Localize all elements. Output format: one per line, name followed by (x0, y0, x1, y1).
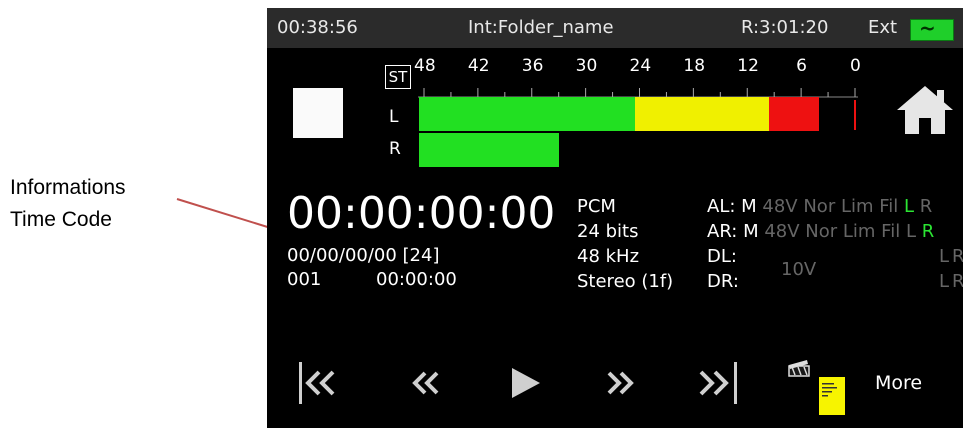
elapsed-time: 00:38:56 (277, 17, 358, 38)
right-channel-label: R (389, 139, 401, 159)
meter-scale-label: 42 (467, 56, 490, 76)
stereo-label[interactable]: ST (385, 65, 411, 89)
rewind-icon[interactable] (403, 358, 453, 408)
channel-ar-row[interactable]: AR: M 48V Nor Lim Fil L R (707, 221, 934, 242)
meter-segment (419, 133, 559, 167)
fast-forward-icon[interactable] (595, 358, 645, 408)
left-channel-label: L (389, 107, 399, 127)
user-bits: 00/00/00/00 [24] (287, 245, 440, 266)
channel-dr-label[interactable]: DR: (707, 271, 739, 292)
meter-segment (419, 97, 640, 131)
play-icon[interactable] (503, 358, 553, 408)
meter-scale-label: 30 (575, 56, 598, 76)
channel-dl-label[interactable]: DL: (707, 246, 737, 267)
power-indicator-icon: ~ (910, 16, 954, 41)
meter-scale-label: 24 (629, 56, 652, 76)
take-number: 001 (287, 269, 322, 290)
remaining-time: R:3:01:20 (741, 17, 829, 38)
channel-ar-l: L (905, 221, 916, 242)
power-source: Ext (868, 17, 898, 38)
more-button[interactable]: More (875, 372, 922, 394)
meter-scale-label: 48 (414, 56, 436, 76)
channel-al-mode: M (741, 196, 757, 217)
format-codec: PCM (577, 196, 616, 217)
scene-slate-icon[interactable] (787, 360, 847, 420)
peak-hold-marker (854, 100, 856, 130)
stop-record-indicator[interactable] (293, 88, 343, 138)
prev-track-icon[interactable] (295, 358, 345, 408)
channel-ar-mode: M (743, 221, 759, 242)
recorder-screen: 00:38:56 Int:Folder_name R:3:01:20 Ext ~… (267, 8, 963, 428)
channel-dl-l: L (939, 246, 950, 267)
power-symbol: ~ (919, 16, 936, 40)
status-bar: 00:38:56 Int:Folder_name R:3:01:20 Ext ~ (267, 8, 963, 48)
next-track-icon[interactable] (691, 358, 741, 408)
meter-segment (769, 97, 820, 131)
channel-dl-r: R (952, 246, 963, 267)
channel-ar-r: R (921, 221, 935, 242)
meter-scale-label: 6 (796, 56, 807, 76)
channel-dr-l: L (939, 271, 950, 292)
annotation-arrow-icon (176, 198, 284, 234)
channel-ar-label: AR: (707, 221, 738, 242)
peak-hold-marker (542, 136, 544, 166)
take-time: 00:00:00 (376, 269, 457, 290)
channel-al-row[interactable]: AL: M 48V Nor Lim Fil L R (707, 196, 932, 217)
channel-al-l: L (904, 196, 915, 217)
meter-scale-label: 12 (737, 56, 759, 76)
channel-ar-flags: 48V Nor Lim Fil (764, 221, 901, 242)
format-rate: 48 kHz (577, 246, 640, 267)
meter-scale-label: 18 (683, 56, 706, 76)
folder-name[interactable]: Int:Folder_name (468, 17, 614, 38)
meter-scale-label: 0 (850, 56, 861, 76)
digital-level: 10V (781, 259, 817, 280)
channel-al-label: AL: (707, 196, 736, 217)
channel-al-flags: 48V Nor Lim Fil (762, 196, 899, 217)
channel-dr-r: R (952, 271, 963, 292)
channel-al-r: R (919, 196, 933, 217)
meter-segment (634, 97, 775, 131)
format-bits: 24 bits (577, 221, 639, 242)
format-mode: Stereo (1f) (577, 271, 674, 292)
meter-scale-label: 36 (521, 56, 544, 76)
timecode-display[interactable]: 00:00:00:00 (287, 188, 555, 239)
home-icon[interactable] (895, 80, 955, 140)
